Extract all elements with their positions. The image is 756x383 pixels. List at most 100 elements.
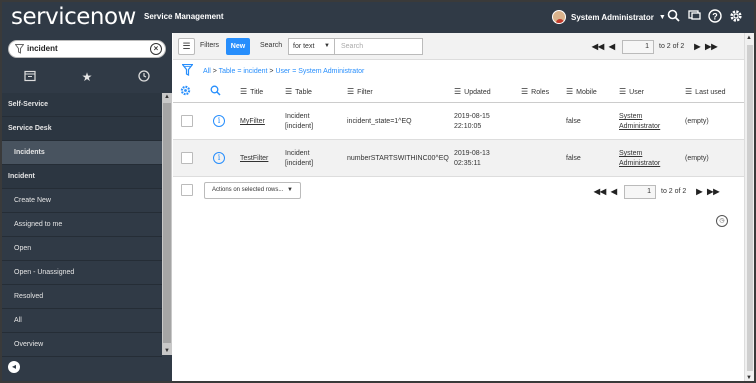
search-input[interactable]: Search bbox=[335, 38, 423, 55]
breadcrumb-all[interactable]: All bbox=[203, 68, 211, 75]
breadcrumb-table[interactable]: Table = incident bbox=[219, 68, 268, 75]
row-checkbox[interactable] bbox=[181, 115, 193, 127]
search-icon[interactable] bbox=[665, 9, 681, 25]
search-field-value: for text bbox=[293, 43, 315, 50]
nav-item-create-new[interactable]: Create New bbox=[2, 189, 162, 213]
column-header-user[interactable]: ☰ User bbox=[619, 87, 644, 96]
column-header-table[interactable]: ☰ Table bbox=[285, 87, 312, 96]
user-menu[interactable]: System Administrator ▼ bbox=[552, 8, 666, 26]
row-last-used: (empty) bbox=[685, 118, 709, 125]
column-filter-label: Filter bbox=[357, 89, 373, 96]
column-mobile-label: Mobile bbox=[576, 89, 597, 96]
nav-item-resolved[interactable]: Resolved bbox=[2, 285, 162, 309]
row-user-link[interactable]: Administrator bbox=[619, 159, 660, 169]
column-table-label: Table bbox=[295, 89, 312, 96]
row-checkbox[interactable] bbox=[181, 152, 193, 164]
column-menu-icon[interactable]: ☰ bbox=[454, 87, 461, 96]
history-clock-icon[interactable] bbox=[137, 70, 151, 84]
column-header-mobile[interactable]: ☰ Mobile bbox=[566, 87, 597, 96]
row-table-name: Incident bbox=[285, 150, 310, 157]
last-page-icon[interactable]: ▶▶ bbox=[704, 42, 718, 51]
gear-icon[interactable] bbox=[728, 9, 744, 25]
help-icon[interactable]: ? bbox=[707, 9, 723, 25]
column-menu-icon[interactable]: ☰ bbox=[619, 87, 626, 96]
search-field-select[interactable]: for text ▼ bbox=[288, 38, 335, 55]
navigator-filter-value: incident bbox=[27, 44, 58, 53]
column-menu-icon[interactable]: ☰ bbox=[347, 87, 354, 96]
list-settings-gear-icon[interactable] bbox=[180, 85, 191, 99]
table-row[interactable]: i MyFilter Incident [incident] incident_… bbox=[173, 103, 744, 140]
top-pager: ◀◀ ◀ 1 to 2 of 2 ▶ ▶▶ bbox=[591, 38, 718, 55]
filter-funnel-icon[interactable] bbox=[181, 63, 194, 79]
nav-section-self-service[interactable]: Self-Service bbox=[2, 93, 162, 117]
column-menu-icon[interactable]: ☰ bbox=[685, 87, 692, 96]
row-user-link[interactable]: Administrator bbox=[619, 122, 660, 132]
row-user-link[interactable]: System bbox=[619, 112, 642, 122]
stopwatch-icon[interactable]: ◷ bbox=[716, 215, 728, 227]
page-number-input[interactable]: 1 bbox=[624, 184, 656, 199]
list-context-menu-button[interactable]: ☰ bbox=[178, 38, 195, 55]
column-search-icon[interactable] bbox=[210, 85, 221, 99]
svg-text:?: ? bbox=[712, 12, 718, 22]
column-menu-icon[interactable]: ☰ bbox=[521, 87, 528, 96]
nav-section-service-desk[interactable]: Service Desk bbox=[2, 117, 162, 141]
main-scrollbar-thumb[interactable] bbox=[747, 45, 753, 371]
previous-page-icon[interactable]: ◀ bbox=[607, 187, 621, 196]
nav-item-all[interactable]: All bbox=[2, 309, 162, 333]
column-header-title[interactable]: ☰ Title bbox=[240, 87, 263, 96]
user-avatar bbox=[552, 10, 566, 24]
select-all-checkbox[interactable] bbox=[181, 184, 193, 196]
nav-section-incident[interactable]: Incident bbox=[2, 165, 162, 189]
scroll-up-icon[interactable]: ▲ bbox=[163, 93, 171, 101]
column-menu-icon[interactable]: ☰ bbox=[566, 87, 573, 96]
breadcrumb-user[interactable]: User = System Administrator bbox=[275, 68, 364, 75]
table-row[interactable]: i TestFilter Incident [incident] numberS… bbox=[173, 140, 744, 177]
main-scrollbar[interactable]: ▲ ▼ bbox=[744, 33, 754, 381]
previous-page-icon[interactable]: ◀ bbox=[605, 42, 619, 51]
first-page-icon[interactable]: ◀◀ bbox=[591, 42, 605, 51]
navigator-scrollbar-thumb[interactable] bbox=[163, 103, 171, 343]
nav-item-incidents[interactable]: Incidents bbox=[2, 141, 162, 165]
nav-item-open[interactable]: Open bbox=[2, 237, 162, 261]
chat-icon[interactable] bbox=[686, 9, 702, 25]
favorites-star-icon[interactable]: ★ bbox=[80, 70, 94, 84]
next-page-icon[interactable]: ▶ bbox=[692, 187, 706, 196]
column-last-used-label: Last used bbox=[695, 89, 726, 96]
actions-on-selected-select[interactable]: Actions on selected rows... ▼ bbox=[204, 182, 301, 199]
column-menu-icon[interactable]: ☰ bbox=[240, 87, 247, 96]
nav-item-open-unassigned[interactable]: Open - Unassigned bbox=[2, 261, 162, 285]
navigator-scrollbar[interactable]: ▲ ▼ bbox=[162, 93, 172, 355]
scroll-down-icon[interactable]: ▼ bbox=[746, 375, 752, 381]
column-header-updated[interactable]: ☰ Updated bbox=[454, 87, 491, 96]
nav-item-overview[interactable]: Overview bbox=[2, 333, 162, 357]
all-applications-icon[interactable] bbox=[23, 70, 37, 84]
row-title-link[interactable]: TestFilter bbox=[240, 154, 268, 164]
column-header-last-used[interactable]: ☰ Last used bbox=[685, 87, 726, 96]
info-icon[interactable]: i bbox=[213, 115, 225, 127]
column-header-filter[interactable]: ☰ Filter bbox=[347, 87, 373, 96]
column-menu-icon[interactable]: ☰ bbox=[285, 87, 292, 96]
search-label: Search bbox=[260, 42, 283, 49]
page-number-input[interactable]: 1 bbox=[622, 39, 654, 54]
collapse-navigator-icon[interactable]: ◂ bbox=[8, 361, 20, 373]
row-last-used: (empty) bbox=[685, 155, 709, 162]
clear-filter-icon[interactable]: × bbox=[150, 43, 162, 55]
servicenow-logo[interactable]: servicenow bbox=[11, 4, 136, 30]
application-navigator: incident × ★ Self-Service Service Desk I… bbox=[2, 33, 172, 381]
scroll-up-icon[interactable]: ▲ bbox=[746, 35, 752, 41]
new-button[interactable]: New bbox=[226, 38, 250, 55]
next-page-icon[interactable]: ▶ bbox=[690, 42, 704, 51]
scroll-down-icon[interactable]: ▼ bbox=[163, 347, 171, 355]
navigator-module-list: Self-Service Service Desk Incidents Inci… bbox=[2, 93, 162, 357]
last-page-icon[interactable]: ▶▶ bbox=[706, 187, 720, 196]
row-user-link[interactable]: System bbox=[619, 149, 642, 159]
column-header-roles[interactable]: ☰ Roles bbox=[521, 87, 549, 96]
info-icon[interactable]: i bbox=[213, 152, 225, 164]
navigator-filter-input[interactable]: incident × bbox=[8, 40, 166, 58]
table-header: ☰ Title ☰ Table ☰ Filter ☰ Updated ☰ Roles ☰ M… bbox=[173, 81, 744, 103]
first-page-icon[interactable]: ◀◀ bbox=[593, 187, 607, 196]
nav-item-assigned-to-me[interactable]: Assigned to me bbox=[2, 213, 162, 237]
user-name: System Administrator bbox=[571, 12, 654, 22]
row-title-link[interactable]: MyFilter bbox=[240, 117, 265, 127]
row-table-name: Incident bbox=[285, 113, 310, 120]
